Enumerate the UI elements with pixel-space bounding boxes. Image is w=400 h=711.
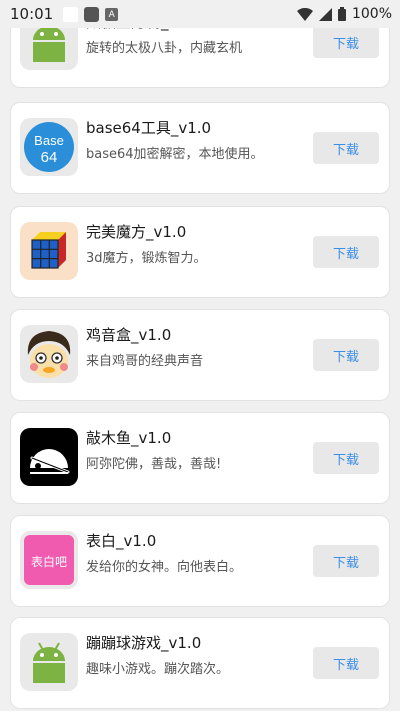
cartoon-face-icon <box>20 325 78 383</box>
battery-icon <box>337 7 346 21</box>
app-name: 鸡音盒_v1.0 <box>86 326 172 344</box>
app-card[interactable]: 完美魔方_v1.0 3d魔方，锻炼智力。 下载 <box>10 206 390 298</box>
icon-text: 表白吧 <box>31 554 67 569</box>
base64-icon: Base 64 <box>20 118 78 176</box>
notification-icons: A <box>63 6 119 22</box>
app-description: 趣味小游戏。蹦次踏次。 <box>86 662 230 677</box>
icon-text-top: Base <box>34 133 64 148</box>
cell-signal-icon <box>318 7 332 21</box>
app-description: 3d魔方，锻炼智力。 <box>86 251 207 266</box>
app-description: 阿弥陀佛，善哉，善哉! <box>86 457 222 472</box>
download-button[interactable]: 下载 <box>313 26 379 58</box>
wooden-fish-icon <box>20 428 78 486</box>
notification-icon <box>63 6 79 22</box>
rubiks-cube-icon <box>20 222 78 280</box>
app-description: 来自鸡哥的经典声音 <box>86 354 204 369</box>
app-card[interactable]: 鸡音盒_v1.0 来自鸡哥的经典声音 下载 <box>10 309 390 401</box>
download-button[interactable]: 下载 <box>313 339 379 371</box>
app-name: 蹦蹦球游戏_v1.0 <box>86 634 202 652</box>
battery-percent: 100% <box>351 6 392 22</box>
app-name: 敲木鱼_v1.0 <box>86 429 172 447</box>
wifi-icon <box>296 7 313 21</box>
download-button[interactable]: 下载 <box>313 647 379 679</box>
status-bar: 10:01 A 100% <box>0 0 400 28</box>
app-name: base64工具_v1.0 <box>86 119 212 137</box>
status-time: 10:01 <box>10 5 54 23</box>
app-description: base64加密解密，本地使用。 <box>86 147 264 162</box>
download-button[interactable]: 下载 <box>313 132 379 164</box>
download-button[interactable]: 下载 <box>313 442 379 474</box>
app-card[interactable]: 蹦蹦球游戏_v1.0 趣味小游戏。蹦次踏次。 下载 <box>10 617 390 709</box>
app-name: 完美魔方_v1.0 <box>86 223 187 241</box>
app-card[interactable]: 表白吧 表白_v1.0 发给你的女神。向他表白。 下载 <box>10 515 390 607</box>
notification-icon: A <box>105 7 119 21</box>
app-card[interactable]: 敲木鱼_v1.0 阿弥陀佛，善哉，善哉! 下载 <box>10 412 390 504</box>
icon-text-bottom: 64 <box>41 149 58 166</box>
android-robot-icon <box>20 633 78 691</box>
app-description: 旋转的太极八卦，内藏玄机 <box>86 41 243 56</box>
notification-icon <box>84 6 100 22</box>
confession-icon: 表白吧 <box>20 531 78 589</box>
download-button[interactable]: 下载 <box>313 236 379 268</box>
app-description: 发给你的女神。向他表白。 <box>86 560 243 575</box>
download-button[interactable]: 下载 <box>313 545 379 577</box>
app-card[interactable]: Base 64 base64工具_v1.0 base64加密解密，本地使用。 下… <box>10 102 390 194</box>
status-right: 100% <box>296 6 392 22</box>
app-name: 表白_v1.0 <box>86 532 157 550</box>
